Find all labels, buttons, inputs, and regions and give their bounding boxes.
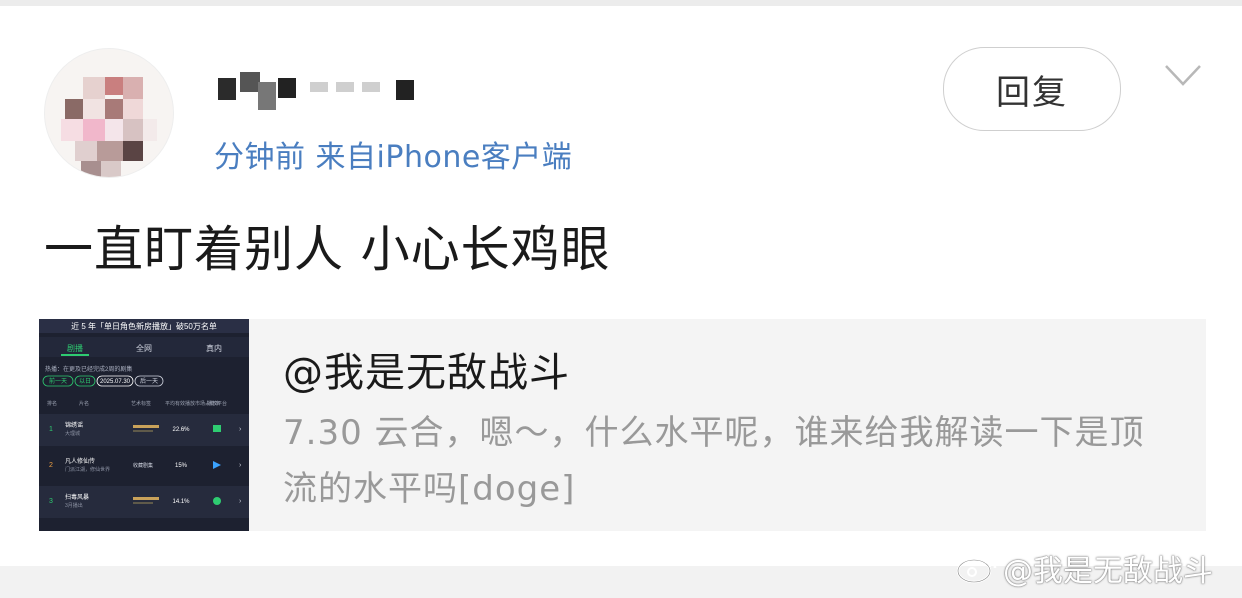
thumb-row1-sub: 大理城 bbox=[65, 430, 80, 437]
quoted-post-author[interactable]: @我是无敌战斗 bbox=[283, 340, 570, 398]
username-redacted[interactable] bbox=[218, 72, 438, 110]
reply-button[interactable]: 回复 bbox=[943, 47, 1121, 131]
thumb-header-tag: 艺术标签 bbox=[131, 400, 151, 407]
thumb-row3-rank: 3 bbox=[49, 498, 53, 505]
thumb-row3-sub: 3月播出 bbox=[65, 502, 83, 509]
thumb-row2-share: 15% bbox=[175, 463, 188, 469]
thumb-row2-label: 收藏剧集 bbox=[133, 462, 153, 469]
quoted-post-thumbnail[interactable]: 近 5 年「单日角色新房播放」破50万名单 剧播 全网 真内 热播：在更及已经完… bbox=[39, 319, 249, 531]
thumb-row2-sub: 门派江湖，修仙世界 bbox=[65, 466, 110, 473]
thumb-header-title: 片名 bbox=[79, 400, 89, 407]
thumb-header-platform: 播放平台 bbox=[207, 400, 227, 407]
thumb-chip-next: 后一天 bbox=[140, 377, 158, 385]
thumb-row1-title: 锦绣谣 bbox=[65, 421, 83, 429]
top-divider bbox=[0, 0, 1242, 6]
comment-text: 一直盯着别人 小心长鸡眼 bbox=[44, 221, 611, 278]
thumb-row2-title: 凡人修仙传 bbox=[65, 457, 95, 465]
quoted-post-text: 7.30 云合，嗯～，什么水平呢，谁来给我解读一下是顶流的水平吗[doge] bbox=[283, 413, 1145, 509]
thumb-subtitle: 热播：在更及已经完成2周的剧集 bbox=[45, 365, 132, 373]
weibo-logo-icon bbox=[956, 555, 997, 584]
thumb-tab-1: 剧播 bbox=[67, 343, 83, 353]
thumb-tab-2: 全网 bbox=[136, 343, 152, 353]
thumb-tab-3: 真内 bbox=[206, 343, 222, 353]
thumb-chip-day: 以日 bbox=[79, 378, 91, 385]
thumb-chip-date: 2025.07.30 bbox=[100, 379, 131, 385]
chevron-down-icon[interactable] bbox=[1164, 62, 1202, 88]
thumb-row3-title: 扫毒风暴 bbox=[65, 493, 89, 501]
thumb-chip-prev: 前一天 bbox=[49, 377, 67, 385]
thumb-row1-share: 22.6% bbox=[172, 427, 190, 433]
avatar[interactable] bbox=[44, 48, 174, 178]
thumb-row1-rank: 1 bbox=[49, 426, 53, 433]
thumb-row2-rank: 2 bbox=[49, 462, 53, 469]
comment-meta: 分钟前 来自iPhone客户端 bbox=[214, 140, 573, 175]
thumb-banner: 近 5 年「单日角色新房播放」破50万名单 bbox=[71, 321, 217, 331]
thumb-row3-share: 14.1% bbox=[172, 499, 190, 505]
weibo-watermark: @我是无敌战斗 bbox=[955, 549, 1213, 589]
thumb-header-rank: 排名 bbox=[47, 400, 57, 407]
thumbnail-chart: 近 5 年「单日角色新房播放」破50万名单 剧播 全网 真内 热播：在更及已经完… bbox=[39, 319, 249, 518]
watermark-text: @我是无敌战斗 bbox=[1003, 554, 1213, 589]
